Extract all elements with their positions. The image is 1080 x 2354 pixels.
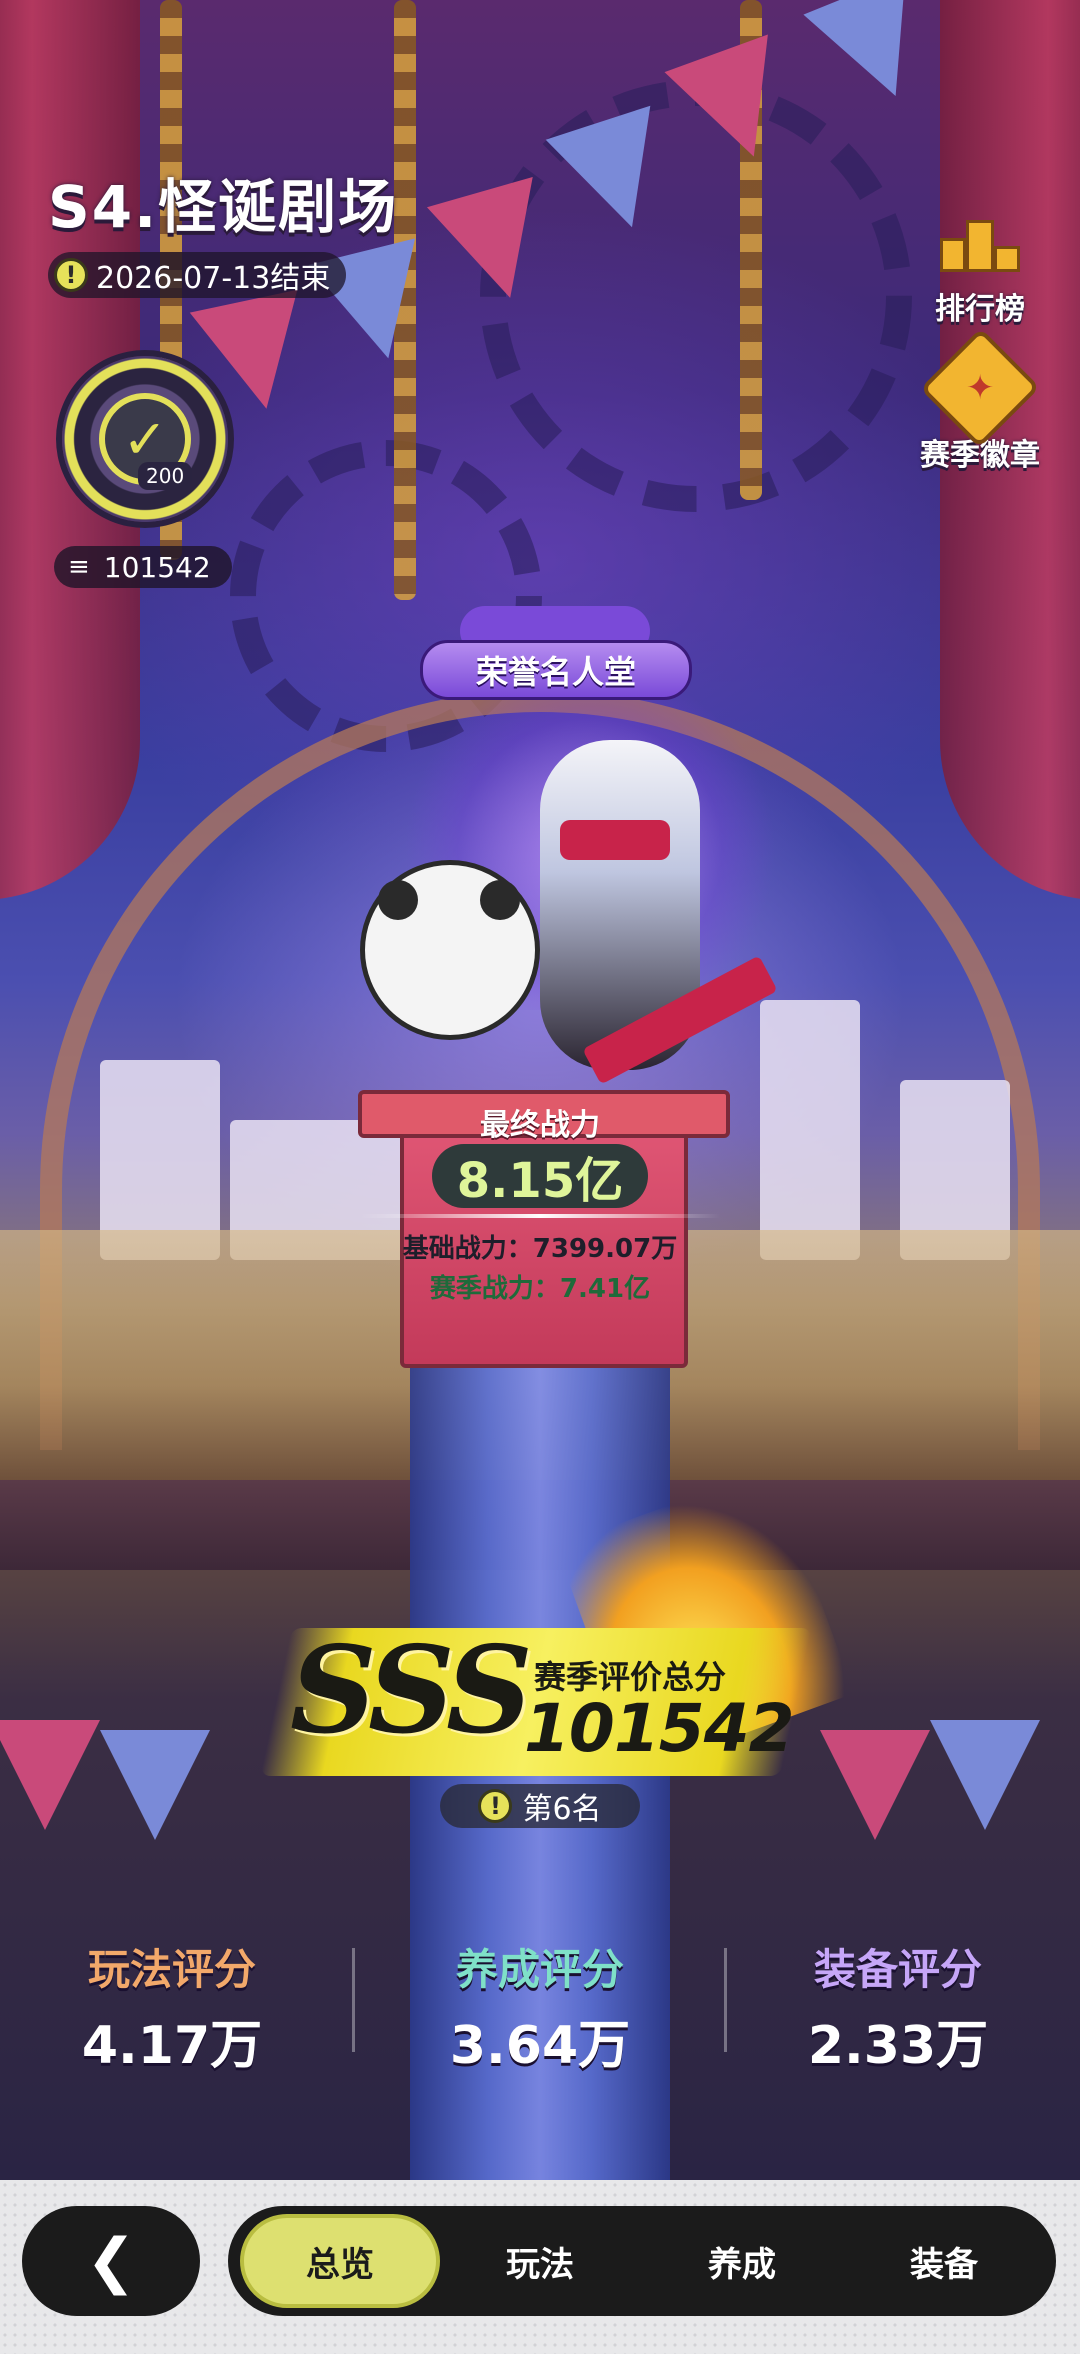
bunting-flag [0, 1720, 100, 1830]
panda-ear [480, 880, 520, 920]
season-power-line: 赛季战力：7.41亿 [300, 1268, 780, 1305]
stat-gameplay[interactable]: 玩法评分 4.17万 [32, 1936, 312, 2078]
exclamation-icon: ! [54, 258, 88, 292]
badge-level: 200 [138, 462, 193, 490]
bunting-flag [803, 0, 947, 117]
menu-icon: ≡ [68, 552, 90, 582]
season-medal-button[interactable]: ✦ 赛季徽章 [919, 327, 1041, 474]
rank-text: 第6名 [522, 1792, 602, 1827]
leaderboard-label: 排行榜 [935, 292, 1025, 327]
bunting-flag [820, 1730, 930, 1840]
stat-growth[interactable]: 养成评分 3.64万 [400, 1936, 680, 2078]
stat-gameplay-label: 玩法评分 [87, 1945, 256, 1994]
score-pill-value: 101542 [103, 550, 211, 584]
knight-visor [560, 820, 670, 860]
bunting-flag [100, 1730, 210, 1840]
stat-divider [724, 1948, 727, 2052]
tab-equipment[interactable]: 装备 [844, 2214, 1044, 2308]
final-power-label: 最终战力 [480, 1108, 600, 1143]
chevron-left-icon: ❮ [85, 2226, 137, 2296]
stat-equipment[interactable]: 装备评分 2.33万 [758, 1936, 1038, 2078]
stat-equipment-label: 装备评分 [813, 1945, 982, 1994]
season-power-value: 7.41亿 [559, 1274, 651, 1304]
leaderboard-button[interactable]: 排行榜 [920, 200, 1040, 328]
base-power-line: 基础战力：7399.07万 [300, 1228, 780, 1265]
final-power-value: 8.15亿 [432, 1144, 648, 1209]
stat-equipment-value: 2.33万 [807, 2016, 989, 2076]
medal-icon: ✦ [919, 327, 1041, 449]
stat-gameplay-value: 4.17万 [81, 2016, 263, 2076]
season-title: S4.怪诞剧场 [48, 173, 399, 241]
stat-divider [352, 1948, 355, 2052]
base-power-label: 基础战力： [402, 1234, 533, 1264]
podium-icon [938, 200, 1022, 284]
season-power-label: 赛季战力： [429, 1274, 560, 1304]
season-end-date: 2026-07-13结束 [96, 261, 331, 296]
rank-pill[interactable]: ! 第6名 [440, 1784, 640, 1828]
back-button[interactable]: ❮ [22, 2206, 200, 2316]
panda-ear [378, 880, 418, 920]
season-badge[interactable]: ✓ [62, 356, 228, 522]
hall-of-fame-badge[interactable]: 荣誉名人堂 [420, 640, 692, 700]
total-score-value: 101542 [524, 1690, 795, 1767]
stat-growth-label: 养成评分 [455, 1945, 624, 1994]
tab-overview[interactable]: 总览 [240, 2214, 440, 2308]
stage-background [0, 0, 1080, 2180]
season-end-pill: ! 2026-07-13结束 [48, 252, 347, 298]
tab-growth[interactable]: 养成 [642, 2214, 842, 2308]
bunting-flag [930, 1720, 1040, 1830]
score-pill[interactable]: ≡ 101542 [54, 546, 232, 588]
stat-growth-value: 3.64万 [449, 2016, 631, 2076]
base-power-value: 7399.07万 [532, 1234, 678, 1264]
divider-line [360, 1214, 720, 1218]
grade-text: SSS [290, 1620, 533, 1761]
tab-gameplay[interactable]: 玩法 [440, 2214, 640, 2308]
castle-tower [760, 1000, 860, 1260]
exclamation-icon: ! [478, 1789, 513, 1823]
